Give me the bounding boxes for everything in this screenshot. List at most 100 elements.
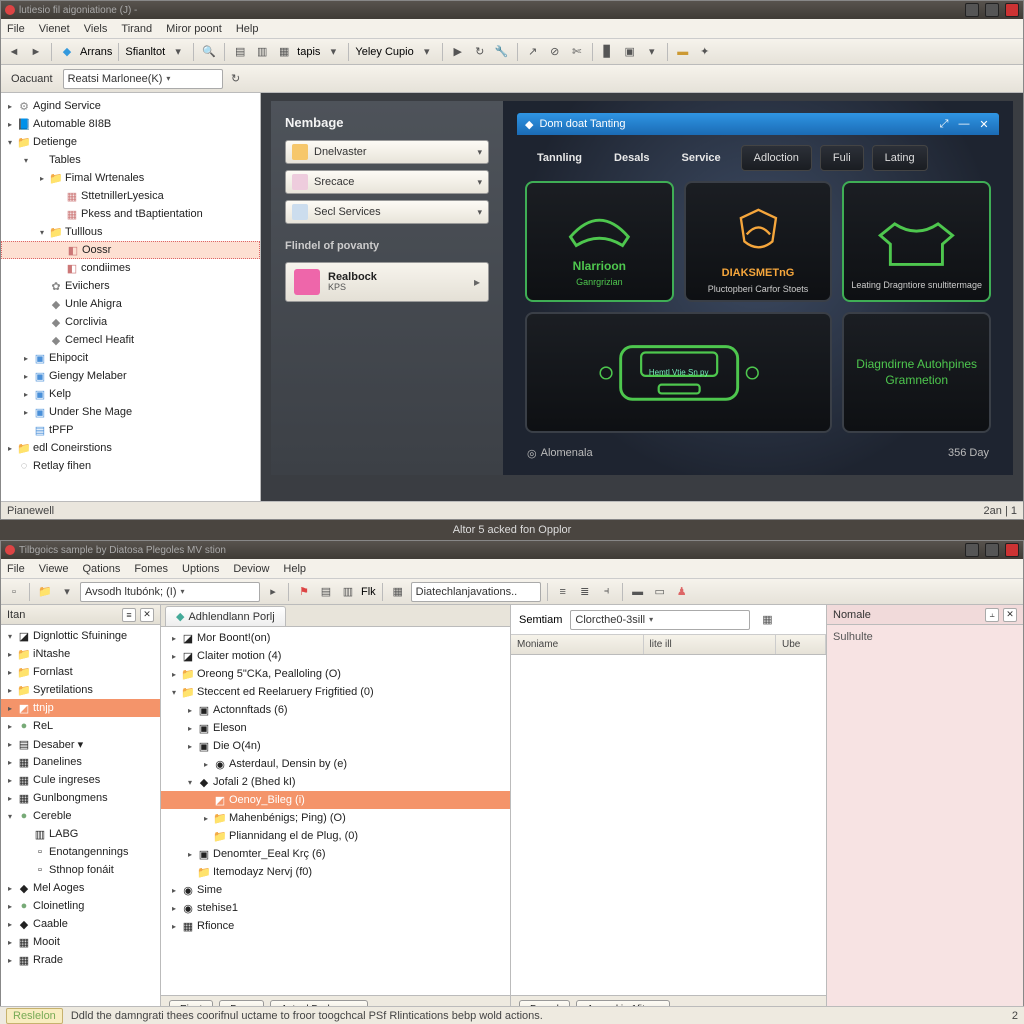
user-icon[interactable]: ♟ [673,583,691,601]
tree-item[interactable]: 📁Pliannidang el de Plug, (0) [161,827,510,845]
tool-yeley[interactable]: Yeley Cupio [355,46,413,58]
tree-item[interactable]: ▸📁Oreong 5"CKa, Pealloling (O) [161,665,510,683]
dash-expand-icon[interactable]: ⤢ [937,117,951,131]
panel-close-icon[interactable]: ✕ [1003,608,1017,622]
menu-deviow[interactable]: Deviow [233,563,269,575]
twist-icon[interactable]: ▸ [5,902,15,911]
realbock-item[interactable]: RealbockKPS ▸ [285,262,489,302]
nav-back-icon[interactable]: ◄ [5,43,23,61]
tree-item[interactable]: ▸📁Fornlast [1,663,160,681]
col-moniame[interactable]: Moniame [511,635,644,654]
twist-icon[interactable]: ▸ [5,758,15,767]
twist-icon[interactable]: ▸ [5,444,15,453]
refresh-icon[interactable]: ↻ [227,70,245,88]
cancel-icon[interactable]: ⊘ [546,43,564,61]
tool-tapis[interactable]: tapis [297,46,320,58]
twist-icon[interactable]: ▸ [201,814,211,823]
tree-item[interactable]: ▾📁Detienge [1,133,260,151]
tree-item[interactable]: ▫Enotangennings [1,843,160,861]
chevron-down-icon[interactable]: ▾ [418,43,436,61]
twist-icon[interactable]: ▸ [5,722,15,731]
window-max-button[interactable] [985,543,999,557]
tree-item[interactable]: ▤tPFP [1,421,260,439]
menu-vienet[interactable]: Vienet [39,23,70,35]
tree-item[interactable]: ▸◪Claiter motion (4) [161,647,510,665]
tab-desals[interactable]: Desals [602,145,661,171]
titlebar[interactable]: lutiesio fil aigoniatione (J) - [1,1,1023,19]
tree-item[interactable]: ▸◉stehise1 [161,899,510,917]
tree-item[interactable]: ▸▣Denomter_Eeal Krç (6) [161,845,510,863]
twist-icon[interactable]: ▾ [5,812,15,821]
tool-sfianltor[interactable]: Sfianltot [125,46,165,58]
dash-min-icon[interactable]: — [957,117,971,131]
tree-item[interactable]: ◩Oenoy_Bileg (i) [161,791,510,809]
chevron-down-icon[interactable]: ▾ [58,583,76,601]
tree-item[interactable]: ◆Unle Ahigra [1,295,260,313]
panel-close-icon[interactable]: ✕ [140,608,154,622]
tree-item[interactable]: ◆Corclivia [1,313,260,331]
window-min-button[interactable] [965,3,979,17]
tree-item[interactable]: ▸📁iNtashe [1,645,160,663]
play-icon[interactable]: ▶ [449,43,467,61]
tree-item[interactable]: ▸📁edl Coneirstions [1,439,260,457]
db2-icon[interactable]: ▭ [651,583,669,601]
semtiam-combo[interactable]: Clorcthe0-3sill▾ [570,610,750,630]
tree-item[interactable]: ▫Sthnop fonáit [1,861,160,879]
tree-item[interactable]: ▾●Cereble [1,807,160,825]
twist-icon[interactable]: ▸ [185,850,195,859]
twist-icon[interactable]: ▸ [5,776,15,785]
go-icon[interactable]: ▸ [264,583,282,601]
tab-adloction[interactable]: Adloction [741,145,812,171]
twist-icon[interactable]: ▸ [5,794,15,803]
tile-car[interactable]: Hemtl Vtie Sn py [525,312,832,433]
combo-dnelvaster[interactable]: Dnelvaster▾ [285,140,489,164]
tree-item[interactable]: ▸▣Ehipocit [1,349,260,367]
chevron-down-icon[interactable]: ▾ [169,43,187,61]
tree-item[interactable]: ◧condiimes [1,259,260,277]
tree-item[interactable]: ◌Retlay fihen [1,457,260,475]
twist-icon[interactable]: ▸ [5,920,15,929]
flag-icon[interactable]: ⚑ [295,583,313,601]
twist-icon[interactable]: ▸ [5,884,15,893]
sync-icon[interactable]: ↻ [471,43,489,61]
twist-icon[interactable]: ▸ [185,724,195,733]
tree-item[interactable]: ▦Pkess and tBaptientation [1,205,260,223]
tree-item[interactable]: ▸📘Automable 8I8B [1,115,260,133]
window-close-button[interactable] [1005,3,1019,17]
sparkle-icon[interactable]: ✦ [696,43,714,61]
tree-item[interactable]: ▸◆Mel Aoges [1,879,160,897]
twist-icon[interactable]: ▸ [169,670,179,679]
indent-icon[interactable]: ≡ [554,583,572,601]
twist-icon[interactable]: ▸ [185,742,195,751]
tree-item[interactable]: ▸▣Kelp [1,385,260,403]
calendar-icon[interactable]: ▦ [758,611,776,629]
tree-item[interactable]: ▸▣Under She Mage [1,403,260,421]
twist-icon[interactable]: ▸ [5,668,15,677]
folder-icon[interactable]: 📁 [36,583,54,601]
twist-icon[interactable]: ▸ [201,760,211,769]
menu-qations[interactable]: Qations [83,563,121,575]
cut-icon[interactable]: ✄ [568,43,586,61]
tab-adhlendlann[interactable]: ◆Adhlendlann Porlj [165,606,286,626]
tab-lating[interactable]: Lating [872,145,928,171]
dash-close-icon[interactable]: ✕ [977,117,991,131]
tree-item[interactable]: 📁Itemodayz Nervj (f0) [161,863,510,881]
menu-fomes[interactable]: Fomes [134,563,168,575]
combo-secl[interactable]: Secl Services▾ [285,200,489,224]
status-chip[interactable]: Reslelon [6,1008,63,1024]
twist-icon[interactable]: ▸ [5,704,15,713]
tab-service[interactable]: Service [670,145,733,171]
tree-item[interactable]: ▸▦Rrade [1,951,160,969]
panel-menu-icon[interactable]: ≡ [122,608,136,622]
wrench-icon[interactable]: 🔧 [493,43,511,61]
doc-icon[interactable]: ▤ [231,43,249,61]
tree-item[interactable]: ▾◪Dignlottic Sfuininge [1,627,160,645]
arrow-icon[interactable]: ↗ [524,43,542,61]
tree-item[interactable]: ▸▣Giengy Melaber [1,367,260,385]
tree-item[interactable]: ▸▣Die O(4n) [161,737,510,755]
tree-item[interactable]: ▸◩ttnjp [1,699,160,717]
twist-icon[interactable]: ▸ [185,706,195,715]
tile-niarroon[interactable]: Nlarrioon Ganrgrizian [525,181,674,302]
twist-icon[interactable]: ▸ [21,372,31,381]
chevron-down-icon[interactable]: ▾ [324,43,342,61]
